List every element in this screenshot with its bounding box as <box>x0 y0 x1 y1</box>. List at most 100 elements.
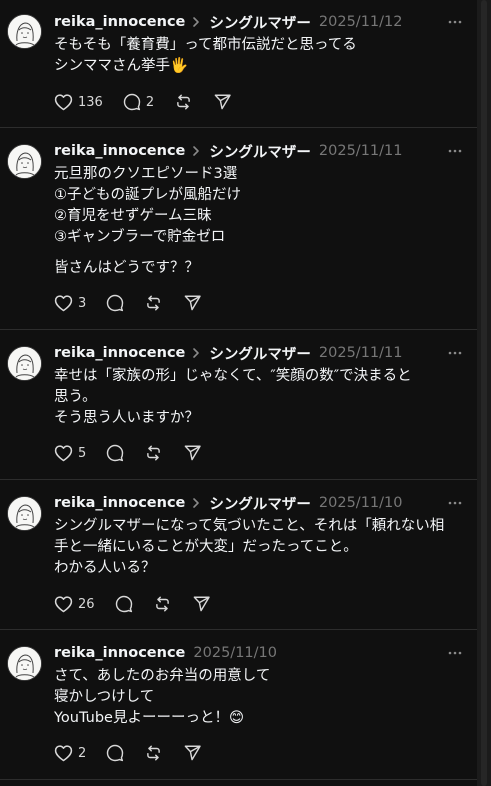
like-button[interactable]: 26 <box>54 595 95 613</box>
comment-icon <box>106 294 124 312</box>
topic-tag[interactable]: シングルマザー <box>209 493 311 514</box>
post-text-line: 思う。 <box>54 389 97 405</box>
post-actions: 3 <box>54 293 222 313</box>
post-body: さて、あしたのお弁当の用意して 寝かしつけして YouTube見よーーーっと！😊 <box>54 666 464 729</box>
scrollbar-thumb[interactable] <box>481 0 487 786</box>
repost-icon <box>144 744 163 762</box>
post[interactable]: reika_innocence 2025/11/10 さて、あしたのお弁当の用意… <box>0 630 477 780</box>
post-header: reika_innocence シングルマザー 2025/11/11 <box>54 141 402 161</box>
repost-button[interactable] <box>144 744 163 762</box>
share-button[interactable] <box>183 444 202 462</box>
post[interactable]: reika_innocence シングルマザー 2025/11/11 幸せは「家… <box>0 330 477 480</box>
avatar[interactable] <box>7 14 42 49</box>
repost-icon <box>174 93 193 111</box>
like-button[interactable]: 2 <box>54 744 86 762</box>
post-text-line: YouTube見よーーーっと！😊 <box>54 710 245 726</box>
like-count: 3 <box>78 295 87 311</box>
post-text-line: そもそも「養育費」って都市伝説だと思ってる <box>54 37 357 53</box>
post-text-line: 皆さんはどうです？？ <box>54 260 199 276</box>
post-header: reika_innocence シングルマザー 2025/11/10 <box>54 493 402 513</box>
repost-icon <box>153 595 172 613</box>
post-body: 元旦那のクソエピソード3選 ①子どもの誕プレが風船だけ ②育児をせずゲーム三昧 … <box>54 164 464 279</box>
topic-tag[interactable]: シングルマザー <box>209 343 311 364</box>
heart-icon <box>54 744 73 762</box>
like-button[interactable]: 3 <box>54 294 86 312</box>
comment-icon <box>106 444 124 462</box>
post-date[interactable]: 2025/11/12 <box>319 14 403 30</box>
heart-icon <box>54 444 73 462</box>
post-date[interactable]: 2025/11/10 <box>319 495 403 511</box>
post-actions: 2 <box>54 743 222 763</box>
post[interactable]: reika_innocence シングルマザー 2025/11/10 シングルマ… <box>0 480 477 630</box>
topic-tag[interactable]: シングルマザー <box>209 12 311 33</box>
username[interactable]: reika_innocence <box>54 345 185 361</box>
post-actions: 26 <box>54 594 231 614</box>
repost-button[interactable] <box>153 595 172 613</box>
like-button[interactable]: 5 <box>54 444 86 462</box>
post-body: そもそも「養育費」って都市伝説だと思ってる シンママさん挙手🖐 <box>54 35 464 77</box>
topic-tag[interactable]: シングルマザー <box>209 141 311 162</box>
reply-button[interactable] <box>106 294 124 312</box>
avatar[interactable] <box>7 646 42 681</box>
chevron-right-icon <box>191 16 201 28</box>
post-date[interactable]: 2025/11/11 <box>319 345 403 361</box>
share-button[interactable] <box>183 294 202 312</box>
comment-icon <box>106 744 124 762</box>
send-icon <box>183 744 202 762</box>
share-button[interactable] <box>183 744 202 762</box>
post-actions: 5 <box>54 443 222 463</box>
post-text-line: ①子どもの誕プレが風船だけ <box>54 187 241 203</box>
thread-feed: reika_innocence シングルマザー 2025/11/12 そもそも「… <box>0 0 477 786</box>
post-text-line: ③ギャンブラーで貯金ゼロ <box>54 229 226 245</box>
post-text-line: そう思う人いますか？ <box>54 410 199 426</box>
more-dots-icon[interactable] <box>447 143 463 159</box>
like-button[interactable]: 136 <box>54 93 103 111</box>
comment-icon <box>115 595 133 613</box>
like-count: 26 <box>78 596 95 612</box>
avatar[interactable] <box>7 496 42 531</box>
send-icon <box>183 444 202 462</box>
repost-button[interactable] <box>144 444 163 462</box>
repost-button[interactable] <box>174 93 193 111</box>
like-count: 136 <box>78 94 103 110</box>
post[interactable]: reika_innocence シングルマザー 2025/11/12 そもそも「… <box>0 0 477 128</box>
username[interactable]: reika_innocence <box>54 14 185 30</box>
username[interactable]: reika_innocence <box>54 495 185 511</box>
scrollbar[interactable] <box>477 0 491 786</box>
username[interactable]: reika_innocence <box>54 645 185 661</box>
share-button[interactable] <box>192 595 211 613</box>
reply-button[interactable]: 2 <box>123 93 154 111</box>
chevron-right-icon <box>191 347 201 359</box>
post-text-line: さて、あしたのお弁当の用意して <box>54 668 271 684</box>
avatar[interactable] <box>7 144 42 179</box>
share-button[interactable] <box>213 93 232 111</box>
repost-icon <box>144 294 163 312</box>
send-icon <box>192 595 211 613</box>
send-icon <box>213 93 232 111</box>
reply-button[interactable] <box>106 444 124 462</box>
more-dots-icon[interactable] <box>447 645 463 661</box>
more-dots-icon[interactable] <box>447 495 463 511</box>
post-text-line: わかる人いる？ <box>54 560 156 576</box>
more-dots-icon[interactable] <box>447 345 463 361</box>
repost-icon <box>144 444 163 462</box>
avatar[interactable] <box>7 346 42 381</box>
reply-button[interactable] <box>115 595 133 613</box>
post-date[interactable]: 2025/11/10 <box>193 645 277 661</box>
post-body: 幸せは「家族の形」じゃなくて、″笑顔の数″で決まると 思う。 そう思う人いますか… <box>54 366 464 429</box>
reply-button[interactable] <box>106 744 124 762</box>
post-text-line: ②育児をせずゲーム三昧 <box>54 208 212 224</box>
post-text-line: 幸せは「家族の形」じゃなくて、″笑顔の数″で決まると <box>54 368 412 384</box>
reply-count: 2 <box>145 94 155 110</box>
username[interactable]: reika_innocence <box>54 143 185 159</box>
post-date[interactable]: 2025/11/11 <box>319 143 403 159</box>
like-count: 5 <box>78 445 87 461</box>
post-header: reika_innocence シングルマザー 2025/11/12 <box>54 12 402 32</box>
post-text-line: 寝かしつけして <box>54 689 155 705</box>
more-dots-icon[interactable] <box>447 14 463 30</box>
post[interactable]: reika_innocence シングルマザー 2025/11/11 元旦那のク… <box>0 128 477 330</box>
post-text-line: シンママさん挙手🖐 <box>54 58 189 74</box>
send-icon <box>183 294 202 312</box>
post-actions: 136 2 <box>54 92 252 112</box>
repost-button[interactable] <box>144 294 163 312</box>
